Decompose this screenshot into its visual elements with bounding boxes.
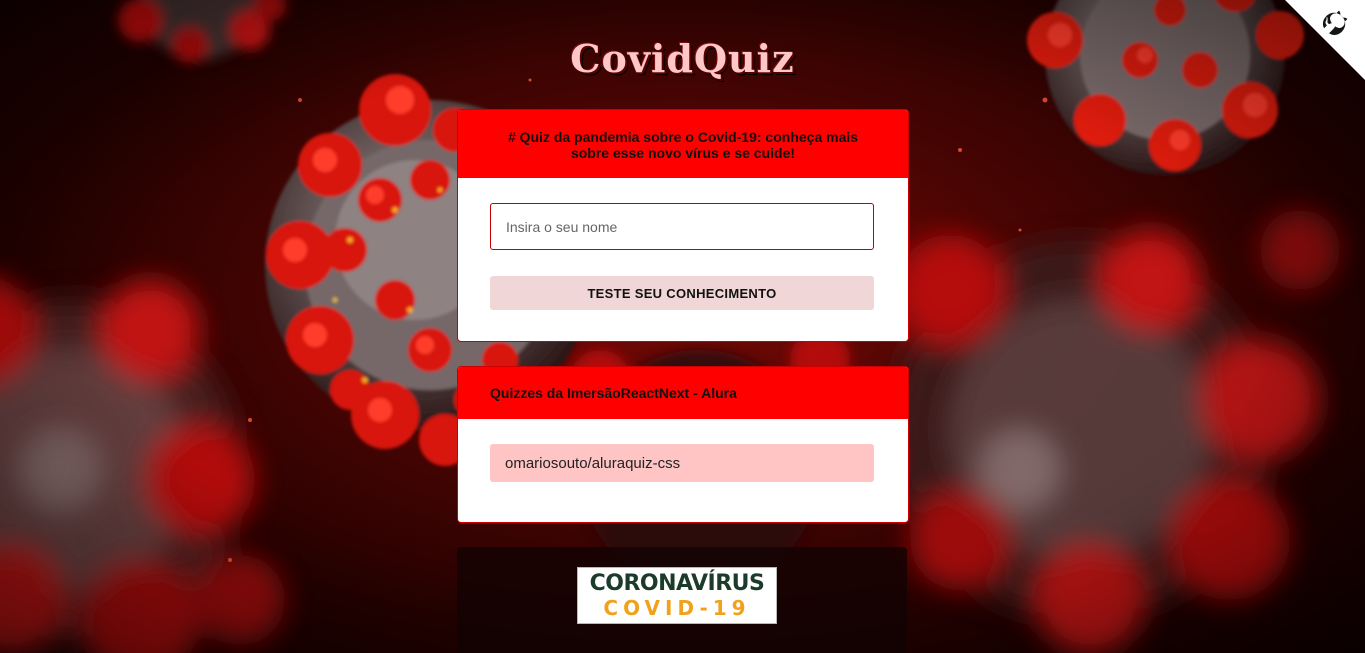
coronavirus-banner-image: CORONAVÍRUS COVID-19 [577, 567, 777, 624]
footer-widget: CORONAVÍRUS COVID-19 [457, 547, 907, 653]
github-octocat-icon [1285, 0, 1365, 80]
github-corner-link[interactable] [1285, 0, 1365, 80]
community-widget-title: Quizzes da ImersãoReactNext - Alura [458, 367, 908, 419]
quiz-link-item[interactable]: omariosouto/aluraquiz-css [490, 444, 874, 482]
banner-subtitle: COVID-19 [603, 596, 751, 620]
banner-title: CORONAVÍRUS [589, 571, 765, 596]
start-quiz-button[interactable]: TESTE SEU CONHECIMENTO [490, 276, 874, 310]
app-logo: CovidQuiz [570, 36, 795, 81]
community-quizzes-widget: Quizzes da ImersãoReactNext - Alura omar… [457, 366, 909, 523]
name-input[interactable] [490, 203, 874, 250]
intro-widget-title: # Quiz da pandemia sobre o Covid-19: con… [458, 110, 908, 178]
intro-widget: # Quiz da pandemia sobre o Covid-19: con… [457, 109, 909, 342]
